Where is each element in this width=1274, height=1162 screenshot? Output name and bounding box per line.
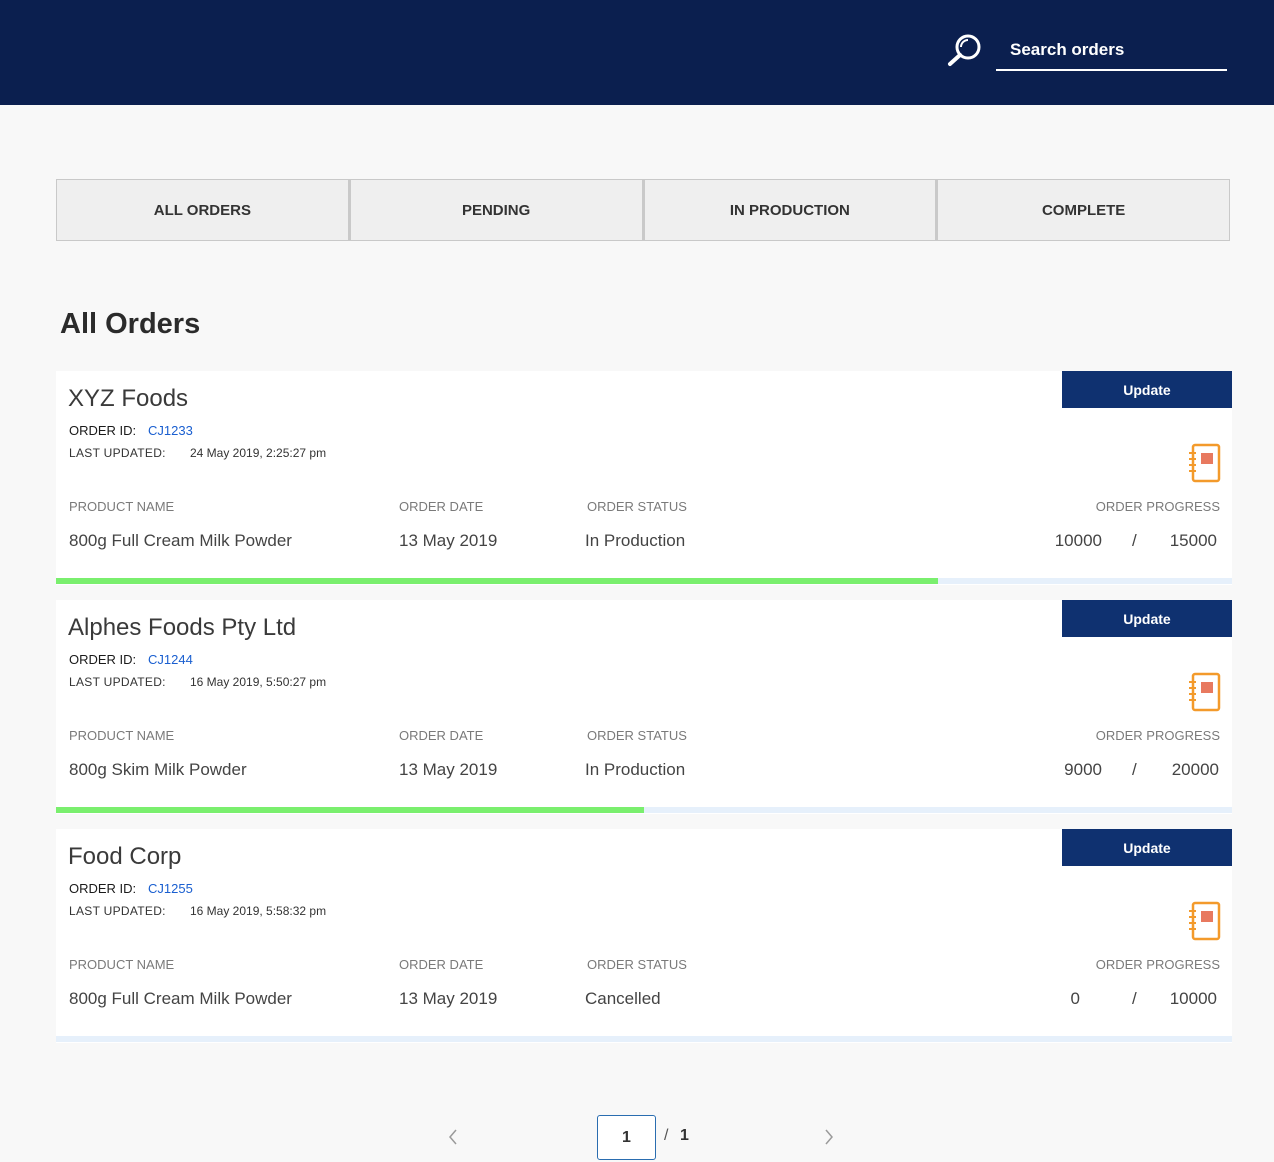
order-id-label: ORDER ID: (69, 652, 137, 667)
order-date-value: 13 May 2019 (399, 531, 498, 550)
order-id-link[interactable]: CJ1255 (148, 881, 193, 896)
product-name-label: PRODUCT NAME (69, 957, 175, 972)
last-updated-value: 16 May 2019, 5:50:27 pm (190, 675, 327, 689)
order-progress-label: ORDER PROGRESS (1095, 957, 1220, 972)
progress-total-value: 20000 (1171, 760, 1219, 779)
product-name-label: PRODUCT NAME (69, 728, 175, 743)
update-button[interactable]: Update (1062, 600, 1232, 637)
tab-in-production[interactable]: IN PRODUCTION (642, 179, 937, 241)
company-name: Alphes Foods Pty Ltd (68, 614, 297, 641)
page-number-input[interactable] (597, 1115, 656, 1160)
progress-bar-track (56, 807, 1232, 813)
last-updated-label: LAST UPDATED: (69, 446, 166, 460)
tab-all-orders[interactable]: ALL ORDERS (56, 179, 349, 241)
progress-current-value: 9000 (1064, 760, 1102, 779)
chevron-left-icon[interactable] (444, 1126, 462, 1148)
search-field-wrapper (996, 30, 1227, 71)
order-status-label: ORDER STATUS (587, 499, 687, 514)
order-date-label: ORDER DATE (399, 728, 484, 743)
progress-bar-track (56, 578, 1232, 584)
last-updated-value: 24 May 2019, 2:25:27 pm (190, 446, 327, 460)
order-status-label: ORDER STATUS (587, 728, 687, 743)
product-name-value: 800g Skim Milk Powder (69, 760, 247, 779)
order-filter-tabs: ALL ORDERS PENDING IN PRODUCTION COMPLET… (56, 179, 1230, 241)
progress-separator: / (1132, 989, 1137, 1008)
pagination: / 1 (0, 1112, 1274, 1162)
product-name-value: 800g Full Cream Milk Powder (69, 531, 292, 550)
progress-total-value: 15000 (1169, 531, 1217, 550)
company-name: Food Corp (68, 843, 182, 870)
progress-bar-track (56, 1036, 1232, 1042)
order-status-label: ORDER STATUS (587, 957, 687, 972)
order-card: Alphes Foods Pty Ltd ORDER ID: CJ1244 LA… (56, 600, 1232, 814)
order-card: Food Corp ORDER ID: CJ1255 LAST UPDATED:… (56, 829, 1232, 1043)
pagination-separator: / (664, 1127, 669, 1144)
order-status-value: In Production (585, 531, 686, 550)
total-pages: 1 (680, 1127, 689, 1144)
progress-separator: / (1132, 531, 1137, 550)
last-updated-value: 16 May 2019, 5:58:32 pm (190, 904, 327, 918)
order-status-value: In Production (585, 760, 686, 779)
progress-total-value: 10000 (1169, 989, 1217, 1008)
order-id-link[interactable]: CJ1233 (148, 423, 193, 438)
order-id-label: ORDER ID: (69, 881, 137, 896)
notebook-icon[interactable] (1188, 443, 1222, 483)
last-updated-label: LAST UPDATED: (69, 904, 166, 918)
progress-current-value: 0 (1070, 989, 1080, 1008)
search-input[interactable] (996, 30, 1227, 69)
order-status-value: Cancelled (585, 989, 661, 1008)
page-title: All Orders (60, 308, 201, 340)
order-date-label: ORDER DATE (399, 957, 484, 972)
product-name-label: PRODUCT NAME (69, 499, 175, 514)
search-icon[interactable] (946, 32, 984, 68)
order-id-link[interactable]: CJ1244 (148, 652, 193, 667)
order-card: XYZ Foods ORDER ID: CJ1233 LAST UPDATED:… (56, 371, 1232, 585)
notebook-icon[interactable] (1188, 672, 1222, 712)
product-name-value: 800g Full Cream Milk Powder (69, 989, 292, 1008)
top-header-bar (0, 0, 1274, 105)
order-date-value: 13 May 2019 (399, 989, 498, 1008)
order-date-label: ORDER DATE (399, 499, 484, 514)
progress-bar-fill (56, 578, 938, 584)
progress-bar-fill (56, 807, 644, 813)
update-button[interactable]: Update (1062, 829, 1232, 866)
company-name: XYZ Foods (68, 385, 189, 412)
chevron-right-icon[interactable] (820, 1126, 838, 1148)
order-id-label: ORDER ID: (69, 423, 137, 438)
tab-complete[interactable]: COMPLETE (936, 179, 1230, 241)
update-button[interactable]: Update (1062, 371, 1232, 408)
order-progress-label: ORDER PROGRESS (1095, 499, 1220, 514)
order-date-value: 13 May 2019 (399, 760, 498, 779)
progress-current-value: 10000 (1054, 531, 1102, 550)
order-progress-label: ORDER PROGRESS (1095, 728, 1220, 743)
notebook-icon[interactable] (1188, 901, 1222, 941)
tab-pending[interactable]: PENDING (348, 179, 643, 241)
last-updated-label: LAST UPDATED: (69, 675, 166, 689)
progress-separator: / (1132, 760, 1137, 779)
